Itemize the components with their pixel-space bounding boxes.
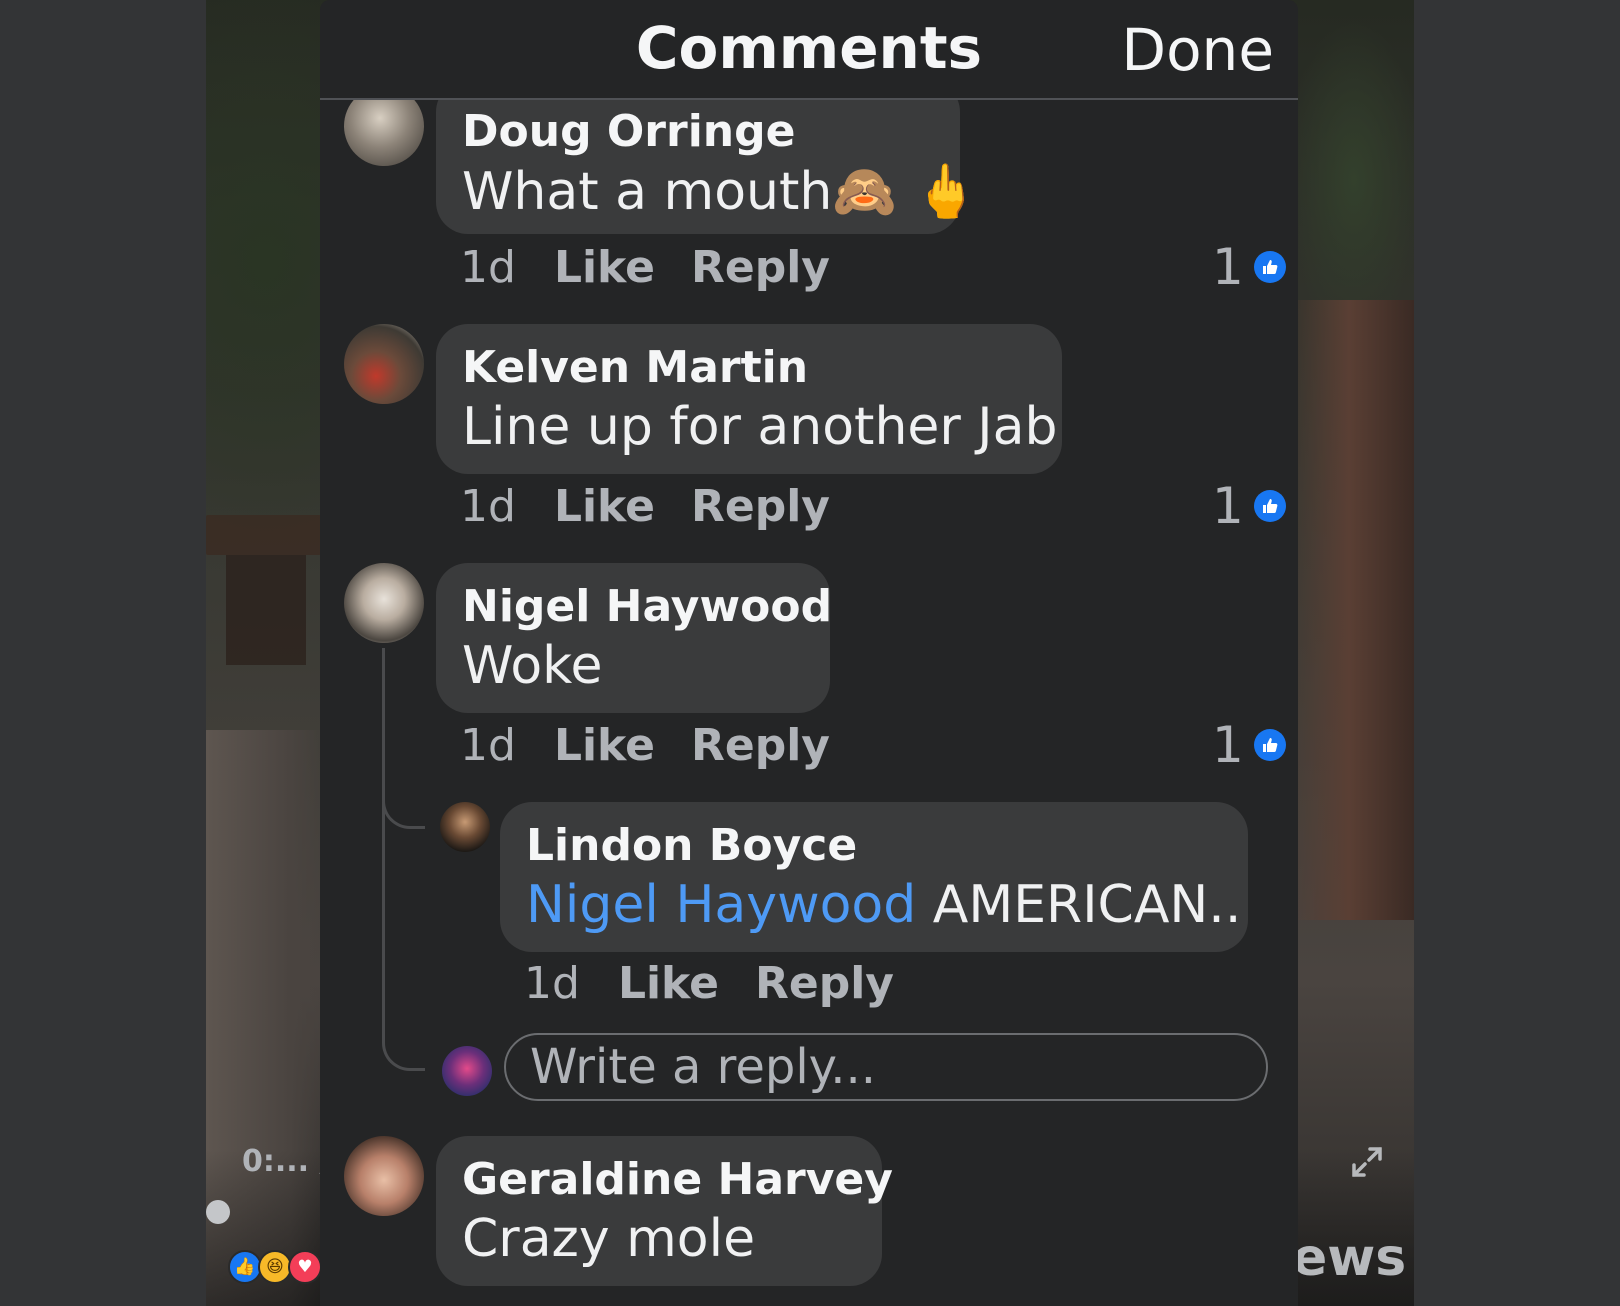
comment-bubble-geraldine-harvey: Geraldine Harvey Crazy mole — [436, 1136, 893, 1286]
comment-time[interactable]: 1d — [460, 242, 516, 293]
reply-bubble-lindon-boyce: Lindon Boyce Nigel Haywood AMERICAN.. — [500, 802, 1248, 952]
comment-text: What a mouth🙈 🖕 — [462, 161, 978, 222]
comment-bubble-nigel-haywood: Nigel Haywood Woke — [436, 563, 832, 713]
comment-author[interactable]: Kelven Martin — [462, 342, 1036, 393]
done-button[interactable]: Done — [1121, 16, 1274, 84]
comment-like-count[interactable]: 1 — [1212, 716, 1286, 774]
comment-time[interactable]: 1d — [460, 481, 516, 532]
reply-button[interactable]: Reply — [691, 481, 830, 532]
comment-text-body: What a mouth — [462, 162, 833, 222]
reply-text: Nigel Haywood AMERICAN.. — [526, 875, 1241, 935]
comment-actions: 1d Like Reply — [460, 242, 866, 293]
mention-link[interactable]: Nigel Haywood — [526, 875, 916, 935]
video-time-label: 0:... / — [242, 1144, 331, 1179]
reply-button[interactable]: Reply — [691, 242, 830, 293]
thumbs-up-icon — [1253, 729, 1286, 761]
thumbs-up-icon — [1253, 490, 1286, 522]
reply-like-button[interactable]: Like — [618, 958, 719, 1009]
comments-header: Comments Done — [320, 0, 1298, 100]
like-button[interactable]: Like — [554, 242, 655, 293]
reply-text-body: AMERICAN.. — [932, 875, 1242, 935]
reply-reply-button[interactable]: Reply — [755, 958, 894, 1009]
reply-time[interactable]: 1d — [524, 958, 580, 1009]
comment-like-count[interactable]: 1 — [1212, 477, 1286, 535]
reply-thread-connector — [382, 790, 425, 829]
thumbs-up-icon — [1253, 251, 1286, 283]
comment-like-count[interactable]: 1 — [1212, 238, 1286, 296]
background-hair — [1284, 300, 1414, 920]
avatar-nigel-haywood[interactable] — [344, 563, 424, 643]
like-button[interactable]: Like — [554, 720, 655, 771]
fullscreen-expand-icon[interactable] — [1350, 1145, 1384, 1179]
comment-actions: 1d Like Reply — [460, 720, 866, 771]
comment-bubble-doug-orringe: Doug Orringe What a mouth🙈 🖕 — [436, 80, 978, 234]
comment-text: Woke — [462, 636, 603, 696]
write-reply-input[interactable] — [504, 1033, 1268, 1101]
current-user-avatar — [442, 1046, 492, 1096]
like-count-number: 1 — [1212, 716, 1244, 774]
comment-text: Line up for another Jab — [462, 397, 1058, 457]
reply-button[interactable]: Reply — [691, 720, 830, 771]
video-seek-knob[interactable] — [206, 1200, 230, 1224]
like-reaction-icon: 👍 — [228, 1250, 262, 1284]
reply-author[interactable]: Lindon Boyce — [526, 820, 1222, 871]
avatar-geraldine-harvey[interactable] — [344, 1136, 424, 1216]
comment-emoji: 🙈 🖕 — [832, 162, 979, 222]
like-count-number: 1 — [1212, 477, 1244, 535]
reply-input-connector — [382, 838, 425, 1071]
comment-actions: 1d Like Reply — [460, 481, 866, 532]
background-bench-leg — [226, 555, 306, 665]
like-count-number: 1 — [1212, 238, 1244, 296]
reaction-summary[interactable]: 👍 😆 ♥ — [228, 1250, 322, 1284]
background-bench — [206, 515, 321, 555]
comments-panel: Comments Done Doug Orringe What a mouth🙈… — [320, 0, 1298, 1306]
views-count-text: ews — [1292, 1228, 1407, 1288]
comment-bubble-kelven-martin: Kelven Martin Line up for another Jab — [436, 324, 1062, 474]
love-reaction-icon: ♥ — [288, 1250, 322, 1284]
avatar-lindon-boyce[interactable] — [440, 802, 490, 852]
comment-text: Crazy mole — [462, 1209, 756, 1269]
avatar-kelven-martin[interactable] — [344, 324, 424, 404]
reply-actions: 1d Like Reply — [524, 958, 930, 1009]
haha-reaction-icon: 😆 — [258, 1250, 292, 1284]
like-button[interactable]: Like — [554, 481, 655, 532]
comment-author[interactable]: Geraldine Harvey — [462, 1154, 893, 1205]
comment-author[interactable]: Nigel Haywood — [462, 581, 832, 632]
comment-time[interactable]: 1d — [460, 720, 516, 771]
comment-author[interactable]: Doug Orringe — [462, 106, 934, 157]
